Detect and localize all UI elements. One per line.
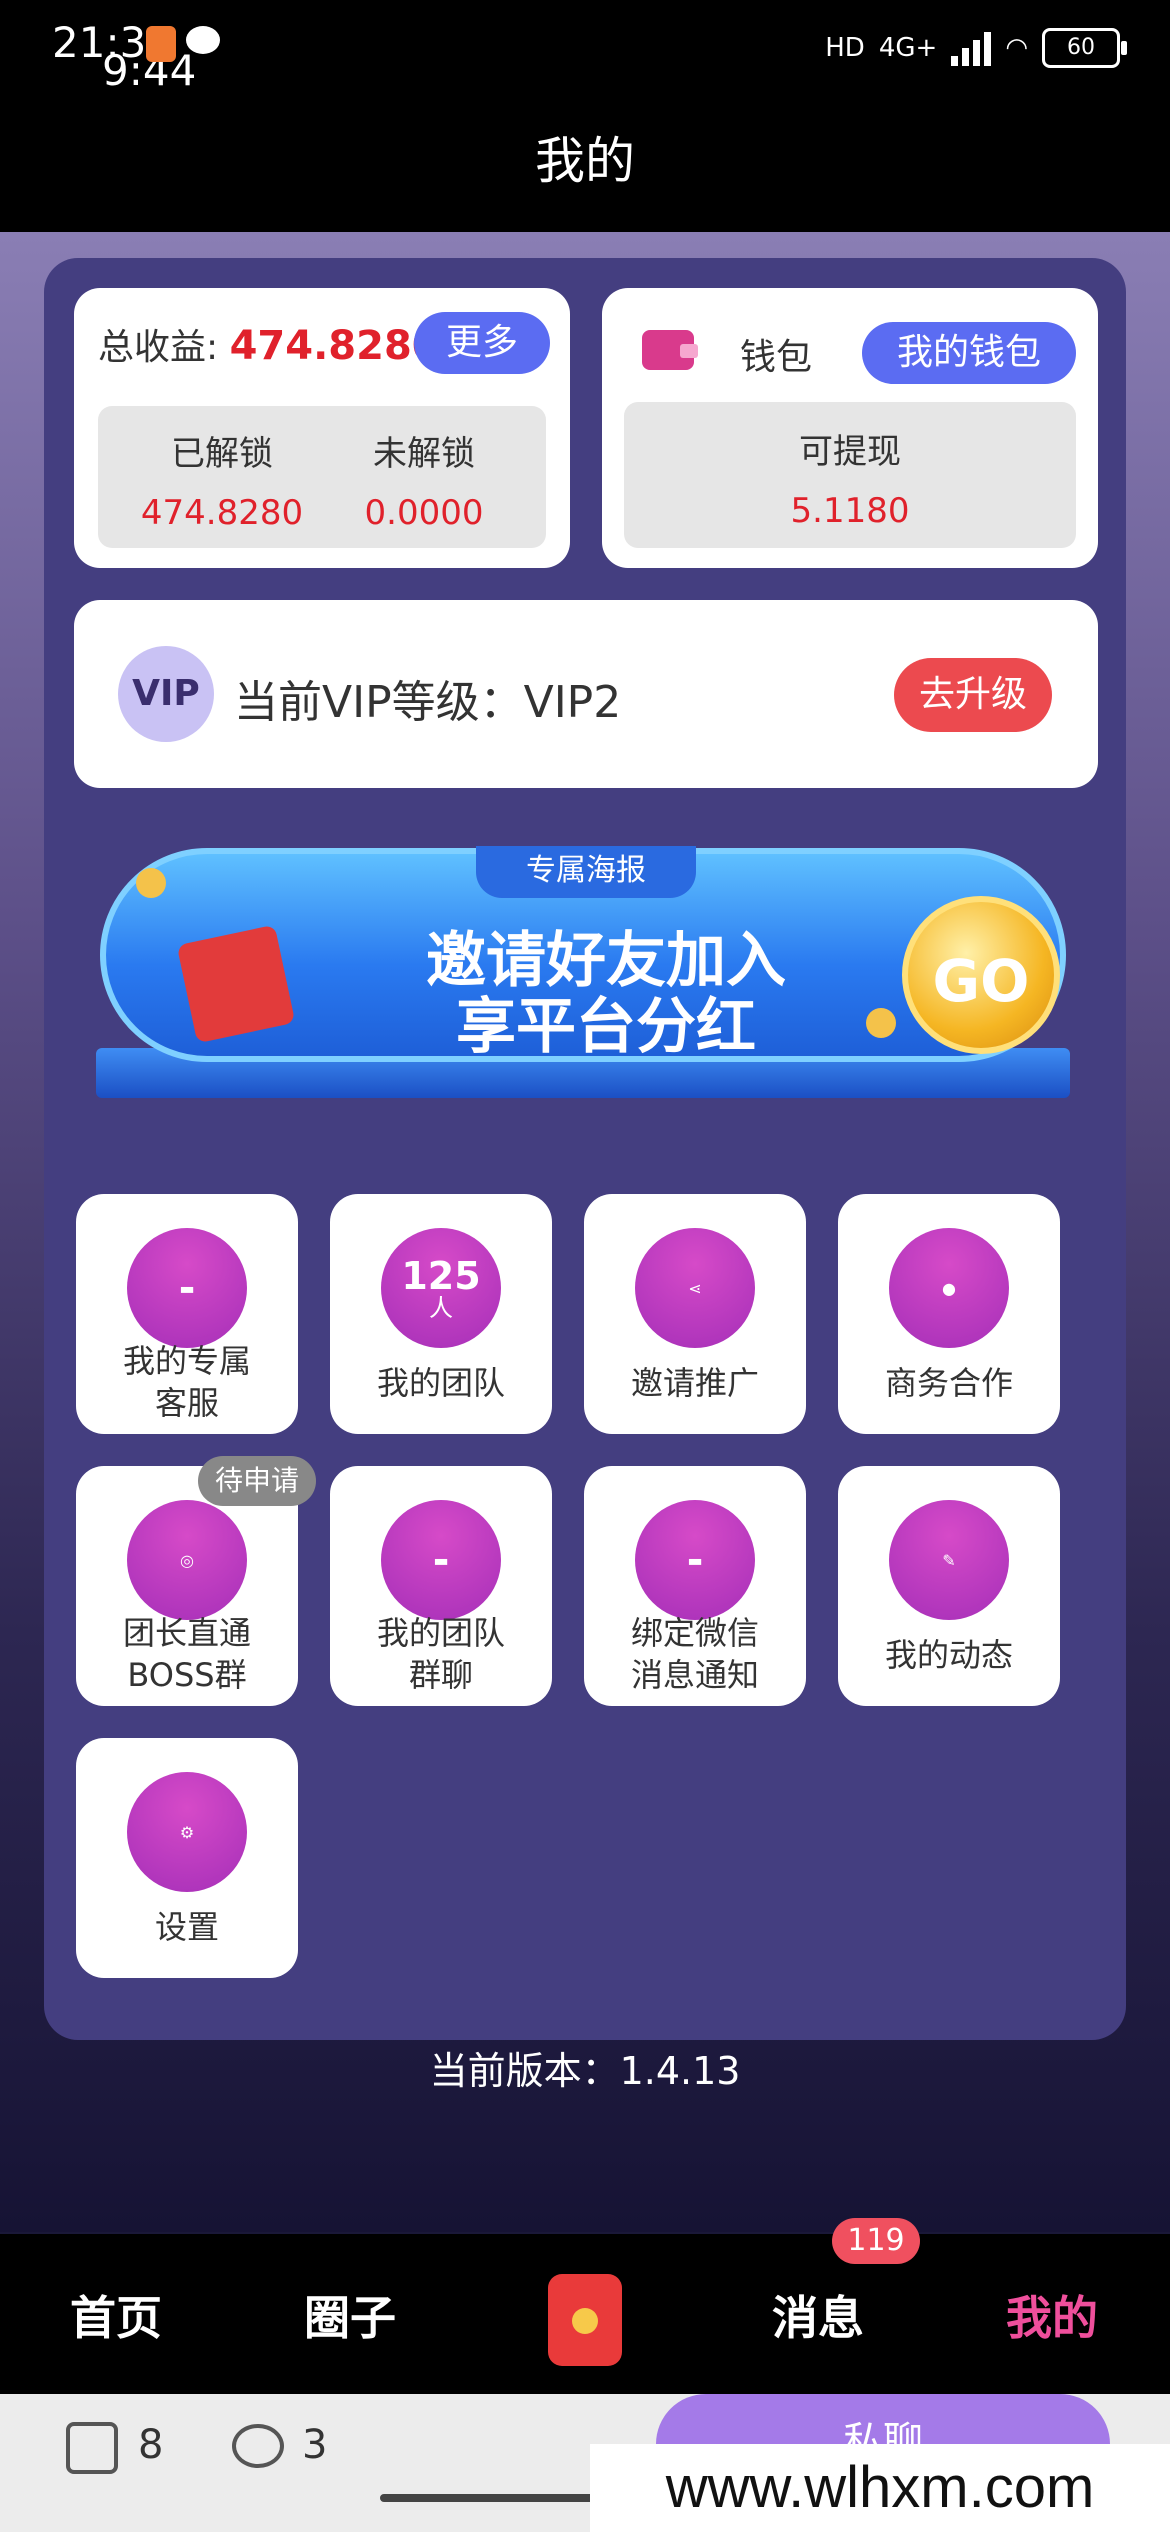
tile-customer-service[interactable]: ▬ 我的专属 客服 bbox=[76, 1194, 298, 1434]
tab-me[interactable]: 我的 bbox=[1006, 2282, 1098, 2348]
tile-wechat-bind[interactable]: ▬ 绑定微信 消息通知 bbox=[584, 1466, 806, 1706]
withdrawable-stat: 可提现 5.1180 bbox=[624, 424, 1076, 531]
withdrawable-value: 5.1180 bbox=[790, 491, 910, 531]
tile-settings[interactable]: ⚙ 设置 bbox=[76, 1738, 298, 1978]
tab-home[interactable]: 首页 bbox=[70, 2282, 162, 2348]
pending-badge: 待申请 bbox=[198, 1456, 316, 1506]
invite-banner[interactable]: 专属海报 邀请好友加入 享平台分红 GO bbox=[96, 846, 1070, 1120]
unlocked-label: 已解锁 bbox=[171, 434, 273, 474]
like-icon[interactable] bbox=[66, 2422, 118, 2474]
wallet-label: 钱包 bbox=[740, 337, 813, 378]
upgrade-button[interactable]: 去升级 bbox=[894, 658, 1052, 732]
team-unit: 人 bbox=[429, 1294, 453, 1322]
tile-label: 邀请推广 bbox=[630, 1364, 759, 1402]
app-notification-icon bbox=[146, 26, 176, 62]
red-envelope-icon bbox=[176, 924, 296, 1044]
unlocked-value: 474.8280 bbox=[140, 493, 304, 533]
comment-icon[interactable] bbox=[232, 2424, 284, 2468]
signal-icon bbox=[951, 30, 992, 66]
messages-badge: 119 bbox=[832, 2218, 920, 2264]
locked-value: 0.0000 bbox=[364, 493, 484, 533]
page-title: 我的 bbox=[0, 100, 1170, 232]
edit-icon: ✎ bbox=[889, 1500, 1009, 1620]
wallet-card: 钱包 我的钱包 可提现 5.1180 bbox=[602, 288, 1098, 568]
vip-badge-icon: VIP bbox=[118, 646, 214, 742]
wallet-icon bbox=[642, 330, 698, 370]
version-text: 当前版本：1.4.13 bbox=[429, 2049, 741, 2093]
tile-label: 设置 bbox=[154, 1908, 219, 1946]
chat-icon: ▬ bbox=[381, 1500, 501, 1620]
locked-label: 未解锁 bbox=[373, 434, 475, 474]
team-count-icon: 125 人 bbox=[381, 1228, 501, 1348]
tab-circle[interactable]: 圈子 bbox=[304, 2282, 396, 2348]
person-icon: ● bbox=[889, 1228, 1009, 1348]
vip-level-text: 当前VIP等级：VIP2 bbox=[234, 677, 622, 728]
share-icon: ⋖ bbox=[635, 1228, 755, 1348]
chat-icon: ▬ bbox=[635, 1500, 755, 1620]
watermark: www.wlhxm.com bbox=[590, 2444, 1170, 2532]
red-envelope-tab-icon[interactable] bbox=[548, 2274, 622, 2366]
vip-card: VIP 当前VIP等级：VIP2 去升级 bbox=[74, 600, 1098, 788]
coin-icon bbox=[866, 1008, 896, 1038]
comment-count: 3 bbox=[302, 2422, 328, 2468]
withdrawable-box: 可提现 5.1180 bbox=[624, 402, 1076, 548]
coin-icon bbox=[136, 868, 166, 898]
earnings-card: 总收益: 474.8280 更多 已解锁 474.8280 未解锁 0.0000 bbox=[74, 288, 570, 568]
tile-label: 我的专属 客服 bbox=[122, 1342, 251, 1422]
settings-icon: ⚙ bbox=[127, 1772, 247, 1892]
chat-notification-icon bbox=[186, 26, 220, 54]
withdrawable-label: 可提现 bbox=[799, 432, 901, 472]
tile-team-chat[interactable]: ▬ 我的团队 群聊 bbox=[330, 1466, 552, 1706]
banner-body: 专属海报 邀请好友加入 享平台分红 GO bbox=[100, 846, 1066, 1062]
banner-subline: 享平台分红 bbox=[456, 992, 756, 1062]
total-earnings-value: 474.8280 bbox=[229, 323, 440, 369]
tile-business[interactable]: ● 商务合作 bbox=[838, 1194, 1060, 1434]
tile-label: 我的团队 bbox=[376, 1364, 505, 1402]
total-earnings-label: 总收益: bbox=[98, 327, 219, 368]
tab-messages[interactable]: 消息 bbox=[772, 2282, 864, 2348]
tile-label: 我的团队 群聊 bbox=[376, 1614, 505, 1694]
wifi-icon: ◠ bbox=[1005, 33, 1028, 63]
tab-bar: 首页 圈子 消息 119 我的 bbox=[0, 2218, 1170, 2394]
like-count: 8 bbox=[138, 2422, 164, 2468]
system-status: HD 4G+ ◠ 60 bbox=[825, 28, 1127, 68]
more-button[interactable]: 更多 bbox=[414, 312, 550, 374]
tile-my-team[interactable]: 125 人 我的团队 bbox=[330, 1194, 552, 1434]
hd-indicator: HD bbox=[825, 33, 865, 63]
banner-tag: 专属海报 bbox=[476, 846, 696, 898]
leader-icon: ◎ bbox=[127, 1500, 247, 1620]
locked-stat: 未解锁 0.0000 bbox=[324, 426, 524, 533]
team-count: 125 bbox=[401, 1254, 481, 1298]
battery-icon: 60 bbox=[1042, 28, 1127, 68]
unlocked-stat: 已解锁 474.8280 bbox=[122, 426, 322, 533]
total-earnings: 总收益: 474.8280 bbox=[98, 318, 440, 370]
status-bar: 21:32 9:44 HD 4G+ ◠ 60 bbox=[0, 0, 1170, 100]
tile-label: 团长直通 BOSS群 bbox=[122, 1614, 251, 1694]
network-type: 4G+ bbox=[878, 33, 938, 63]
tile-label: 绑定微信 消息通知 bbox=[630, 1614, 759, 1694]
earnings-breakdown: 已解锁 474.8280 未解锁 0.0000 bbox=[98, 406, 546, 548]
chat-icon: ▬ bbox=[127, 1228, 247, 1348]
tile-label: 我的动态 bbox=[884, 1636, 1013, 1674]
go-button[interactable]: GO bbox=[902, 896, 1060, 1054]
my-wallet-button[interactable]: 我的钱包 bbox=[862, 322, 1076, 384]
tile-moments[interactable]: ✎ 我的动态 bbox=[838, 1466, 1060, 1706]
tile-label: 商务合作 bbox=[884, 1364, 1013, 1402]
notification-icons bbox=[146, 26, 220, 62]
tile-invite[interactable]: ⋖ 邀请推广 bbox=[584, 1194, 806, 1434]
